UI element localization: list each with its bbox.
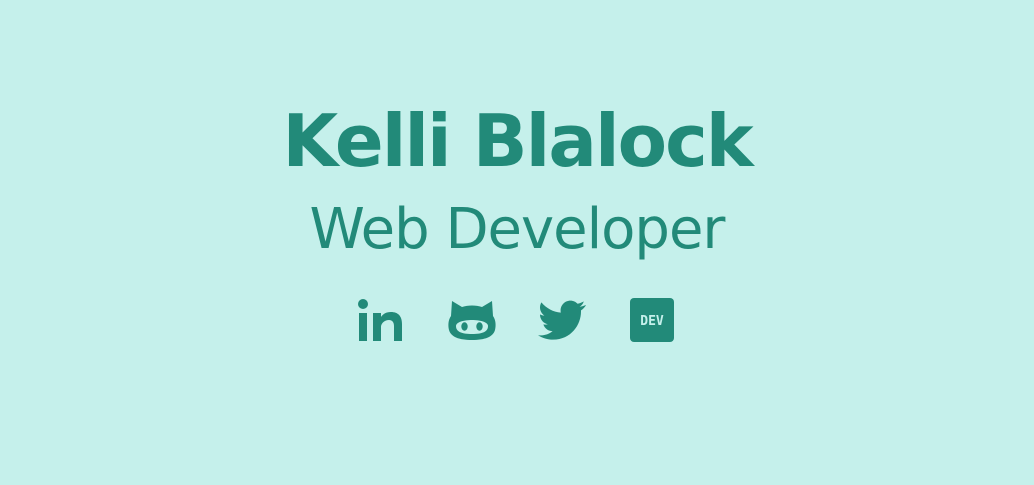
social-links: DEV — [357, 296, 677, 344]
twitter-icon — [538, 300, 586, 340]
dev-icon: DEV — [630, 298, 674, 342]
dev-icon-label: DEV — [640, 314, 664, 329]
github-icon — [448, 301, 496, 340]
profile-title: Web Developer — [309, 197, 726, 262]
dev-link[interactable]: DEV — [627, 296, 677, 344]
hero-section: Kelli Blalock Web Developer DEV — [0, 0, 1034, 485]
profile-name: Kelli Blalock — [282, 99, 753, 183]
twitter-link[interactable] — [537, 296, 587, 344]
github-link[interactable] — [447, 296, 497, 344]
linkedin-icon — [358, 299, 402, 341]
linkedin-link[interactable] — [357, 296, 407, 344]
